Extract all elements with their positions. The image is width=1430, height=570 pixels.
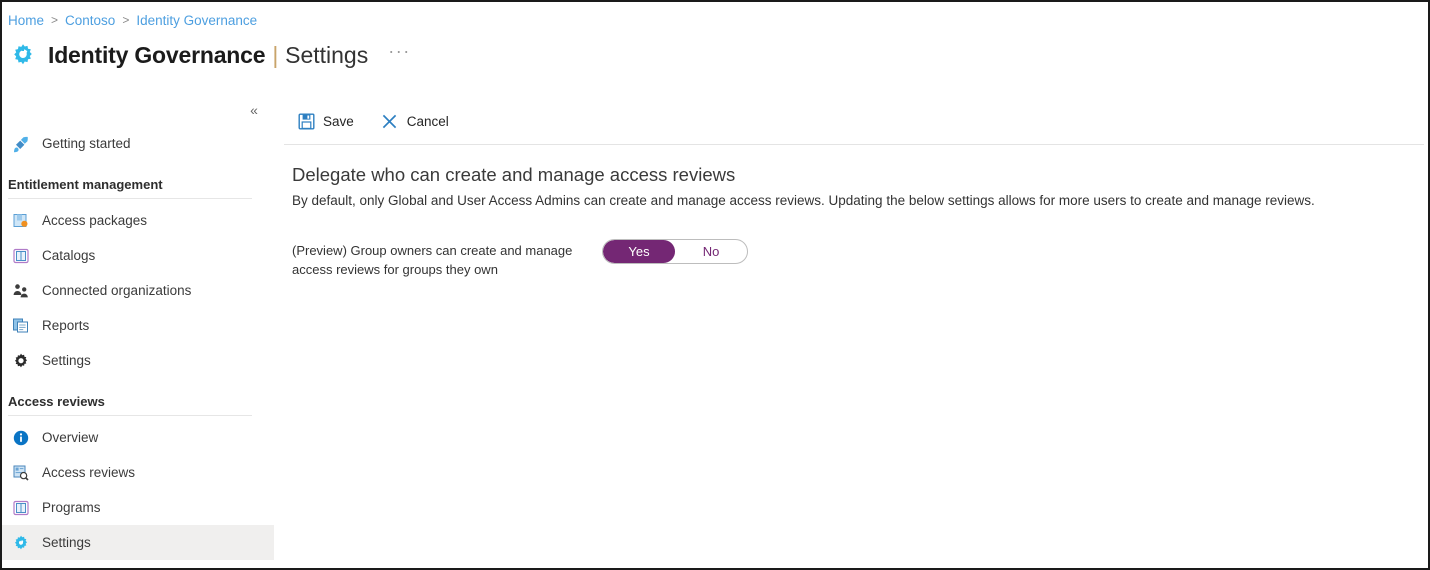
sidebar-item-label: Connected organizations	[42, 283, 192, 298]
toggle-option-yes[interactable]: Yes	[603, 239, 675, 263]
setting-row-group-owners: (Preview) Group owners can create and ma…	[292, 238, 1410, 280]
sidebar-nav-list: Getting started Entitlement management A…	[2, 126, 274, 560]
sidebar-item-programs[interactable]: Programs	[2, 490, 274, 525]
toggle-option-no[interactable]: No	[675, 240, 747, 263]
title-divider: |	[272, 41, 279, 68]
content-area: Save Cancel Delegate who can create and …	[274, 94, 1428, 568]
sidebar-item-catalogs[interactable]: Catalogs	[2, 238, 274, 273]
sidebar-item-label: Access reviews	[42, 465, 136, 480]
sidebar-item-access-packages[interactable]: Access packages	[2, 203, 274, 238]
collapse-sidebar-icon[interactable]: «	[242, 99, 266, 121]
panel-description: By default, only Global and User Access …	[292, 193, 1315, 209]
group-owners-toggle[interactable]: Yes No	[602, 238, 748, 264]
gear-dark-icon	[10, 351, 32, 371]
sidebar-item-label: Settings	[42, 353, 91, 368]
breadcrumb-item-home[interactable]: Home	[8, 13, 44, 28]
document-search-icon	[10, 463, 32, 483]
settings-panel: Delegate who can create and manage acces…	[274, 145, 1428, 280]
breadcrumb: Home > Contoso > Identity Governance	[8, 10, 257, 30]
sidebar-item-settings-entitlement[interactable]: Settings	[2, 343, 274, 378]
sidebar-item-settings-access-reviews[interactable]: Settings	[2, 525, 274, 560]
save-label: Save	[323, 113, 354, 129]
section-divider	[8, 198, 252, 199]
sidebar-item-label: Settings	[42, 535, 91, 550]
more-menu-icon[interactable]: ···	[388, 42, 410, 64]
page-subtitle: Settings	[285, 41, 369, 68]
book-icon	[10, 246, 32, 266]
info-icon	[10, 428, 32, 448]
close-x-icon	[380, 111, 400, 131]
cancel-label: Cancel	[406, 113, 449, 129]
azure-portal-screen: Home > Contoso > Identity Governance Ide…	[0, 0, 1430, 570]
sidebar-item-overview[interactable]: Overview	[2, 420, 274, 455]
people-icon	[10, 281, 32, 301]
setting-label: (Preview) Group owners can create and ma…	[292, 242, 573, 278]
sidebar-section-entitlement-management: Entitlement management	[2, 177, 274, 199]
sidebar-section-title: Access reviews	[8, 394, 105, 409]
breadcrumb-item-identity-governance[interactable]: Identity Governance	[136, 13, 257, 28]
sidebar-item-label: Catalogs	[42, 248, 96, 263]
breadcrumb-separator-icon: >	[51, 13, 59, 27]
book-icon	[10, 498, 32, 518]
command-toolbar: Save Cancel	[274, 94, 1428, 140]
sidebar-item-reports[interactable]: Reports	[2, 308, 274, 343]
package-icon	[10, 211, 32, 231]
page-title-row: Identity Governance | Settings ···	[8, 35, 411, 75]
gear-cyan-icon	[10, 533, 32, 553]
save-button[interactable]: Save	[292, 108, 358, 134]
cancel-button[interactable]: Cancel	[376, 108, 453, 134]
rocket-icon	[10, 134, 32, 154]
sidebar-item-connected-organizations[interactable]: Connected organizations	[2, 273, 274, 308]
sidebar-item-label: Getting started	[42, 136, 131, 151]
sidebar-item-label: Programs	[42, 500, 101, 515]
report-icon	[10, 316, 32, 336]
sidebar-section-title: Entitlement management	[8, 177, 163, 192]
breadcrumb-item-contoso[interactable]: Contoso	[65, 13, 115, 28]
sidebar-item-access-reviews[interactable]: Access reviews	[2, 455, 274, 490]
gear-icon	[8, 40, 38, 70]
panel-heading: Delegate who can create and manage acces…	[292, 164, 736, 185]
section-divider	[8, 415, 252, 416]
sidebar-item-label: Overview	[42, 430, 99, 445]
sidebar: « Getting started Entitlement management	[2, 94, 274, 568]
sidebar-item-label: Access packages	[42, 213, 148, 228]
sidebar-item-getting-started[interactable]: Getting started	[2, 126, 274, 161]
save-disk-icon	[296, 111, 316, 131]
sidebar-section-access-reviews: Access reviews	[2, 394, 274, 416]
breadcrumb-separator-icon: >	[122, 13, 130, 27]
page-title: Identity Governance	[48, 41, 266, 68]
sidebar-item-label: Reports	[42, 318, 90, 333]
